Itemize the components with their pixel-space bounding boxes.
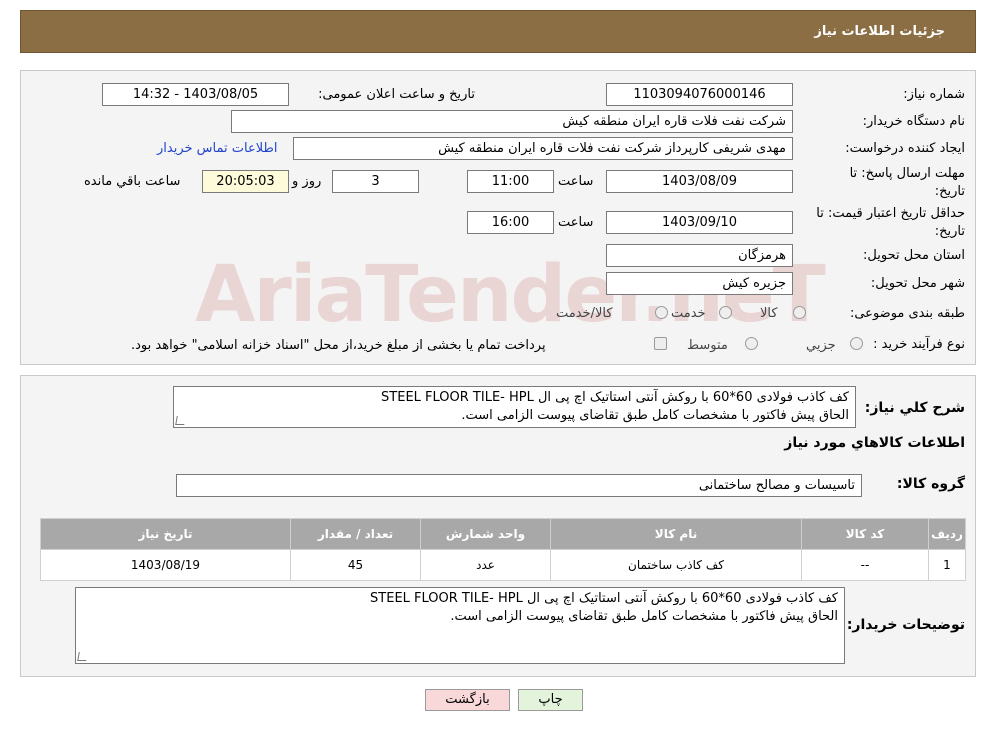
buyer-org-field: شرکت نفت فلات قاره ایران منطقه کیش xyxy=(231,110,793,133)
cell-qty: 45 xyxy=(290,549,421,581)
category-option-goods: کالا xyxy=(760,306,778,321)
deadline-time-field: 11:00 xyxy=(467,170,554,193)
deadline-time-label: ساعت xyxy=(558,174,594,189)
process-label: نوع فرآیند خرید : xyxy=(873,337,965,352)
remaining-time-field: 20:05:03 xyxy=(202,170,289,193)
summary-line-1: کف کاذب فولادی 60*60 با روکش آنتی استاتی… xyxy=(381,390,849,405)
process-option-medium: متوسط xyxy=(687,338,728,353)
need-number-label: شماره نیاز: xyxy=(903,87,965,102)
cell-code: -- xyxy=(801,549,929,581)
col-qty: تعداد / مقدار xyxy=(290,518,421,550)
category-label: طبقه بندی موضوعی: xyxy=(849,306,965,321)
goods-group-label: گروه کالا: xyxy=(896,476,965,492)
resize-handle-icon[interactable] xyxy=(77,652,88,661)
days-remaining-field: 3 xyxy=(332,170,419,193)
col-row: ردیف xyxy=(928,518,966,550)
buyer-contact-link[interactable]: اطلاعات تماس خریدار xyxy=(157,141,277,156)
col-code: کد کالا xyxy=(801,518,929,550)
goods-group-field: تاسیسات و مصالح ساختمانی xyxy=(176,474,862,497)
province-field: هرمزگان xyxy=(606,244,793,267)
deadline-label-2: تاریخ: xyxy=(934,184,965,199)
need-number-field: 1103094076000146 xyxy=(606,83,793,106)
remaining-label: ساعت باقي مانده xyxy=(84,174,181,189)
announce-label: تاریخ و ساعت اعلان عمومی: xyxy=(318,87,475,102)
buyer-notes-line-2: الحاق پیش فاکتور با مشخصات کامل طبق تقاض… xyxy=(450,609,838,624)
creator-field: مهدی شریفی کارپرداز شرکت نفت فلات قاره ا… xyxy=(293,137,793,160)
cell-date: 1403/08/19 xyxy=(40,549,291,581)
items-table: ردیف کد کالا نام کالا واحد شمارش تعداد /… xyxy=(40,518,966,581)
validity-date-field: 1403/09/10 xyxy=(606,211,793,234)
category-radio-goods-service[interactable] xyxy=(655,306,668,319)
buyer-notes-label: توضیحات خریدار: xyxy=(846,617,965,633)
summary-line-2: الحاق پیش فاکتور با مشخصات کامل طبق تقاض… xyxy=(461,408,849,423)
creator-label: ایجاد کننده درخواست: xyxy=(845,141,965,156)
process-checkbox-treasury[interactable] xyxy=(654,337,667,350)
validity-label-2: تاریخ: xyxy=(934,224,965,239)
cell-name: کف کاذب ساختمان xyxy=(550,549,802,581)
category-radio-goods[interactable] xyxy=(793,306,806,319)
validity-label: حداقل تاریخ اعتبار قیمت: تا xyxy=(816,206,965,221)
validity-time-field: 16:00 xyxy=(467,211,554,234)
category-option-service: خدمت xyxy=(671,306,706,321)
table-row: 1 -- کف کاذب ساختمان عدد 45 1403/08/19 xyxy=(40,549,966,581)
cell-unit: عدد xyxy=(420,549,551,581)
print-button[interactable]: چاپ xyxy=(518,689,583,711)
buyer-notes-textarea[interactable]: کف کاذب فولادی 60*60 با روکش آنتی استاتی… xyxy=(75,587,845,664)
buyer-notes-line-1: کف کاذب فولادی 60*60 با روکش آنتی استاتی… xyxy=(370,591,838,606)
table-header-row: ردیف کد کالا نام کالا واحد شمارش تعداد /… xyxy=(40,518,966,550)
summary-textarea[interactable]: کف کاذب فولادی 60*60 با روکش آنتی استاتی… xyxy=(173,386,856,428)
back-button[interactable]: بازگشت xyxy=(425,689,510,711)
col-unit: واحد شمارش xyxy=(420,518,551,550)
col-date: تاریخ نیاز xyxy=(40,518,291,550)
deadline-date-field: 1403/08/09 xyxy=(606,170,793,193)
deadline-label: مهلت ارسال پاسخ: تا xyxy=(849,166,965,181)
process-radio-medium[interactable] xyxy=(745,337,758,350)
province-label: استان محل تحویل: xyxy=(863,248,965,263)
col-name: نام کالا xyxy=(550,518,802,550)
city-field: جزیره کیش xyxy=(606,272,793,295)
cell-row: 1 xyxy=(928,549,966,581)
validity-time-label: ساعت xyxy=(558,215,594,230)
page-header: جزئیات اطلاعات نیاز xyxy=(20,10,976,53)
buyer-org-label: نام دستگاه خریدار: xyxy=(862,114,965,129)
days-label: روز و xyxy=(292,174,322,189)
process-note: پرداخت تمام یا بخشی از مبلغ خرید،از محل … xyxy=(131,338,546,353)
category-radio-service[interactable] xyxy=(719,306,732,319)
process-option-minor: جزیي xyxy=(806,338,836,353)
page-title: جزئیات اطلاعات نیاز xyxy=(814,24,945,39)
summary-label: شرح كلي نياز: xyxy=(864,400,965,416)
announce-datetime-field: 1403/08/05 - 14:32 xyxy=(102,83,289,106)
city-label: شهر محل تحویل: xyxy=(870,276,965,291)
category-option-goods-service: کالا/خدمت xyxy=(556,306,613,321)
resize-handle-icon[interactable] xyxy=(175,416,186,425)
process-radio-minor[interactable] xyxy=(850,337,863,350)
items-heading: اطلاعات كالاهاي مورد نياز xyxy=(784,435,965,451)
